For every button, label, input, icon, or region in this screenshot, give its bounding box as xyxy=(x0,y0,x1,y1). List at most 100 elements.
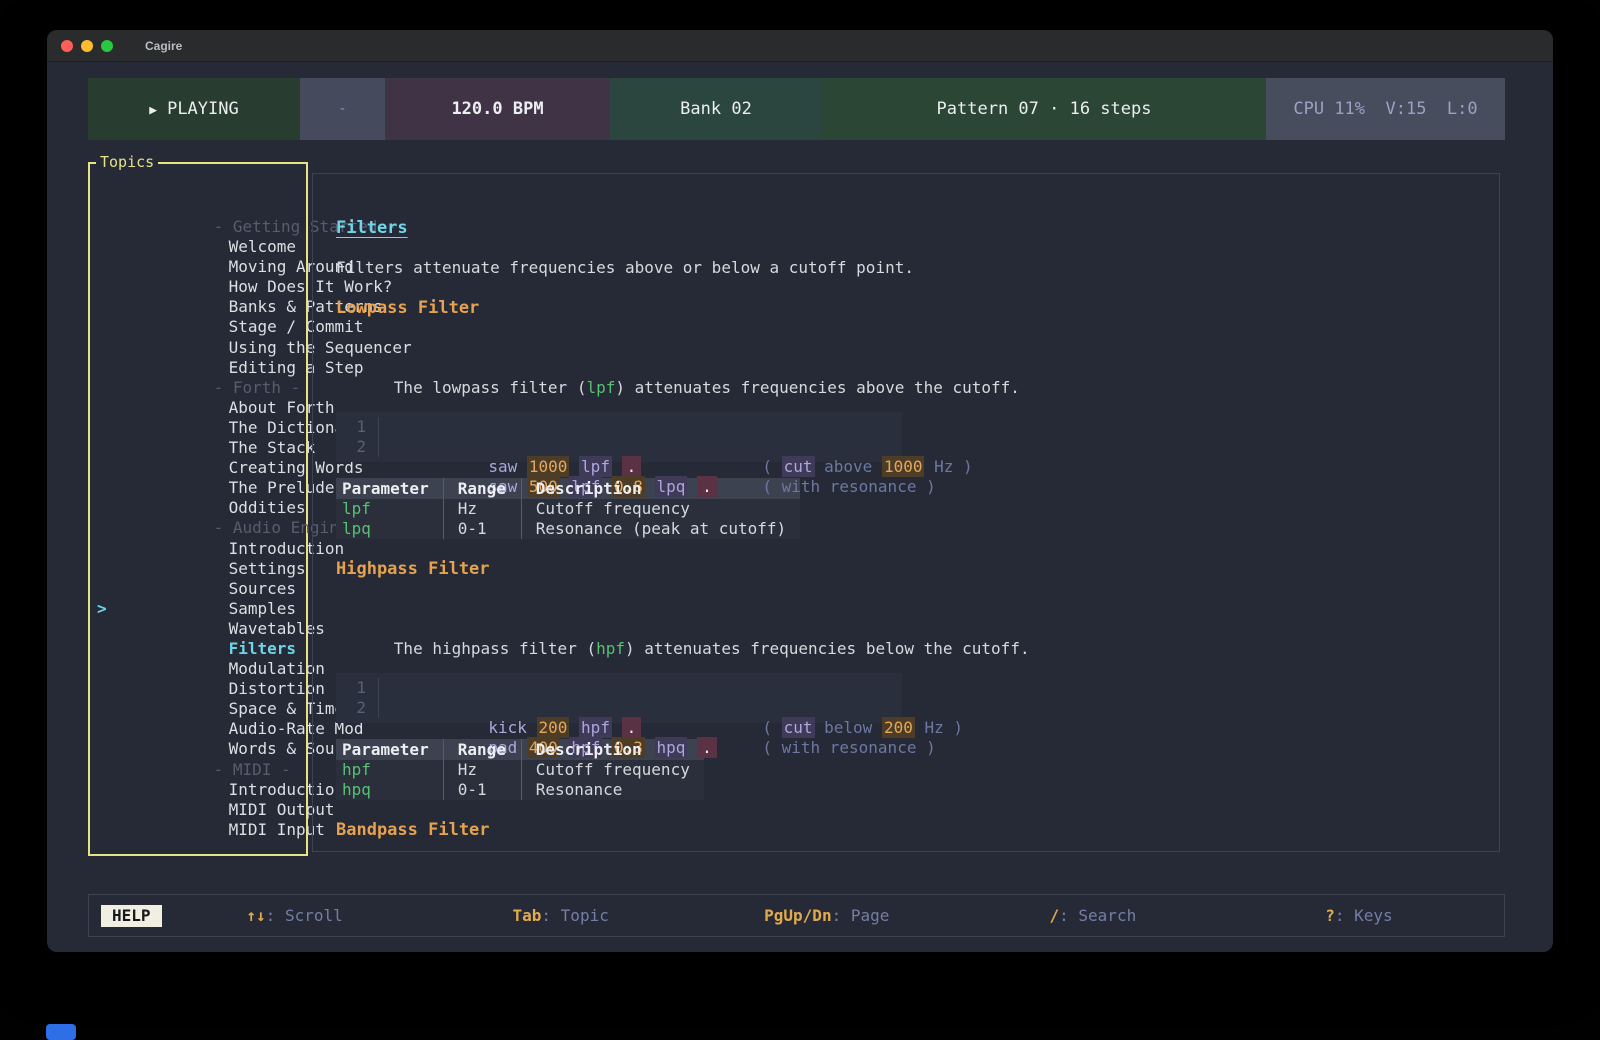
window-title: Cagire xyxy=(145,39,182,53)
line-number: 2 xyxy=(336,437,366,457)
topic-item[interactable]: MIDI Input xyxy=(90,780,306,800)
topic-item[interactable]: The Dictionary xyxy=(90,378,306,398)
topic-item-label: MIDI Input xyxy=(229,820,325,839)
key-hint-action: : Scroll xyxy=(266,906,343,925)
key-hint: ?: Keys xyxy=(1226,906,1492,925)
table-row: lpf Hz Cutoff frequency xyxy=(336,499,800,519)
topics-panel: Topics - Getting Started - Welcome xyxy=(88,162,308,856)
code-comment: ( with resonance ) xyxy=(666,698,936,718)
lowpass-heading: Lowpass Filter xyxy=(336,298,1499,318)
transport-status: ▶ PLAYING xyxy=(88,78,300,140)
code-line: 2 pad 400 hpf 0.3 hpq . ( with resonance… xyxy=(336,698,902,718)
page-title: Filters xyxy=(336,218,408,238)
topic-item: - Audio Engine - xyxy=(90,478,306,498)
app-window: Cagire ▶ PLAYING - 120.0 BPM Bank 02 Pat… xyxy=(47,30,1553,952)
topic-item[interactable]: Banks & Patterns xyxy=(90,257,306,277)
line-number-divider xyxy=(378,437,392,457)
topic-item[interactable]: Distortion xyxy=(90,639,306,659)
help-content-panel[interactable]: Filters Filters attenuate frequencies ab… xyxy=(312,173,1500,852)
background-window-fragment xyxy=(46,1024,76,1040)
key-hint: Tab: Topic xyxy=(428,906,694,925)
key-hint-key: ? xyxy=(1325,906,1335,925)
bank-display: Bank 02 xyxy=(610,78,822,140)
key-hint-key: Tab xyxy=(513,906,542,925)
topic-item[interactable]: Welcome xyxy=(90,197,306,217)
code-tokens: saw 500 lpf 0.8 lpq . xyxy=(392,437,666,457)
topic-item[interactable]: How Does It Work? xyxy=(90,237,306,257)
topic-item[interactable]: Oddities xyxy=(90,458,306,478)
bpm-display: 120.0 BPM xyxy=(385,78,610,140)
transport-label: PLAYING xyxy=(167,99,239,119)
highpass-code-block: 1 kick 200 hpf . ( cut below 200 Hz ) 2 … xyxy=(336,673,902,723)
table-row: hpq 0-1 Resonance xyxy=(336,780,704,800)
status-placeholder: - xyxy=(300,78,385,140)
topic-item[interactable]: > Filters xyxy=(90,599,306,619)
topic-item[interactable]: Samples xyxy=(90,559,306,579)
highpass-heading: Highpass Filter xyxy=(336,559,1499,579)
topic-item: - Forth - xyxy=(90,338,306,358)
topic-item[interactable]: Stage / Commit xyxy=(90,277,306,297)
topic-item[interactable]: Wavetables xyxy=(90,579,306,599)
window-body: ▶ PLAYING - 120.0 BPM Bank 02 Pattern 07… xyxy=(47,62,1553,951)
topic-item[interactable]: Modulation xyxy=(90,619,306,639)
code-tokens: pad 400 hpf 0.3 hpq . xyxy=(392,698,666,718)
topic-item[interactable]: Moving Around xyxy=(90,217,306,237)
key-hint-action: : Keys xyxy=(1335,906,1393,925)
code-tokens: saw 1000 lpf . xyxy=(392,417,666,437)
code-comment: ( cut above 1000 Hz ) xyxy=(666,417,973,437)
lowpass-code-block: 1 saw 1000 lpf . ( cut above 1000 Hz ) 2… xyxy=(336,412,902,462)
topic-item[interactable]: Introduction xyxy=(90,499,306,519)
topic-item[interactable]: Settings xyxy=(90,519,306,539)
cpu-stats: CPU 11% V:15 L:0 xyxy=(1266,78,1505,140)
key-hint-key: / xyxy=(1050,906,1060,925)
line-number: 2 xyxy=(336,698,366,718)
highpass-description: The highpass filter (hpf) attenuates fre… xyxy=(336,599,1499,659)
pattern-display: Pattern 07 · 16 steps xyxy=(822,78,1266,140)
topic-item: - MIDI - xyxy=(90,720,306,740)
key-hint-key: PgUp/Dn xyxy=(764,906,831,925)
topic-item: - Getting Started - xyxy=(90,177,306,197)
table-row: hpf Hz Cutoff frequency xyxy=(336,760,704,780)
status-bar: ▶ PLAYING - 120.0 BPM Bank 02 Pattern 07… xyxy=(88,78,1505,140)
key-hint: ↑↓: Scroll xyxy=(162,906,428,925)
topic-item[interactable]: Words & Sounds xyxy=(90,699,306,719)
topic-item[interactable]: Audio-Rate Mod xyxy=(90,679,306,699)
close-button[interactable] xyxy=(61,40,73,52)
topic-item[interactable]: The Stack xyxy=(90,398,306,418)
code-line: 2 saw 500 lpf 0.8 lpq . ( with resonance… xyxy=(336,437,902,457)
topic-item[interactable]: Space & Time xyxy=(90,659,306,679)
topic-item[interactable]: Creating Words xyxy=(90,418,306,438)
zoom-button[interactable] xyxy=(101,40,113,52)
topics-list: - Getting Started - Welcome Moving Aroun… xyxy=(90,164,306,800)
topic-item[interactable]: Using the Sequencer xyxy=(90,298,306,318)
key-hint-action: : Page xyxy=(832,906,890,925)
bandpass-heading: Bandpass Filter xyxy=(336,820,1499,840)
intro-paragraph: Filters attenuate frequencies above or b… xyxy=(336,258,1499,278)
line-number: 1 xyxy=(336,678,366,698)
key-hint-action: : Search xyxy=(1059,906,1136,925)
minimize-button[interactable] xyxy=(81,40,93,52)
code-tokens: kick 200 hpf . xyxy=(392,678,666,698)
code-comment: ( with resonance ) xyxy=(666,437,936,457)
help-bar: HELP ↑↓: Scroll Tab: Topic PgUp/Dn: Page xyxy=(88,894,1505,937)
topic-item[interactable]: Sources xyxy=(90,539,306,559)
key-hint-action: : Topic xyxy=(541,906,608,925)
selection-arrow-icon: > xyxy=(97,599,107,619)
line-number-divider xyxy=(378,417,392,437)
topic-item[interactable]: Introduction xyxy=(90,740,306,760)
column-header: Parameter xyxy=(336,478,443,499)
key-hint: PgUp/Dn: Page xyxy=(694,906,960,925)
topic-item[interactable]: Editing a Step xyxy=(90,318,306,338)
topic-item[interactable]: About Forth xyxy=(90,358,306,378)
play-icon: ▶ xyxy=(149,103,157,118)
line-number: 1 xyxy=(336,417,366,437)
topic-item[interactable]: The Prelude xyxy=(90,438,306,458)
key-hint-key: ↑↓ xyxy=(246,906,265,925)
window-titlebar[interactable]: Cagire xyxy=(47,30,1553,62)
topic-item[interactable]: MIDI Output xyxy=(90,760,306,780)
topics-panel-title: Topics xyxy=(96,153,158,171)
key-hint: /: Search xyxy=(960,906,1226,925)
line-number-divider xyxy=(378,678,392,698)
lowpass-description: The lowpass filter (lpf) attenuates freq… xyxy=(336,338,1499,398)
code-line: 1 kick 200 hpf . ( cut below 200 Hz ) xyxy=(336,678,902,698)
